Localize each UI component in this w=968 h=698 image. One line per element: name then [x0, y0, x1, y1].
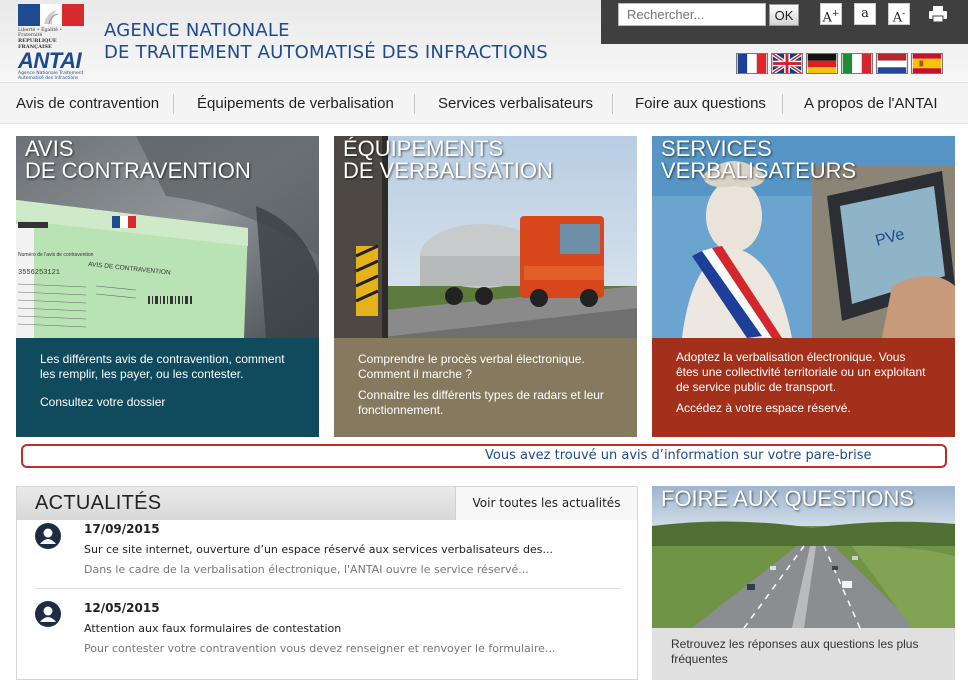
- news-divider: [35, 588, 621, 589]
- antai-brand-subtitle: Agence Nationale Traitement Automatisé d…: [18, 71, 84, 81]
- card-equipements-title-line2: DE VERBALISATION: [343, 158, 553, 183]
- faq-panel[interactable]: FOIRE AUX QUESTIONS Retrouvez les répons…: [652, 486, 955, 680]
- nav-separator: [782, 94, 783, 114]
- card-avis-description: Les différents avis de contravention, co…: [40, 352, 285, 381]
- news-date: 12/05/2015: [84, 601, 160, 615]
- card-services-title-line2: VERBALISATEURS: [661, 158, 857, 183]
- user-icon: [35, 601, 61, 627]
- agency-name-line2: DE TRAITEMENT AUTOMATISÉ DES INFRACTIONS: [104, 42, 548, 63]
- windshield-notice-banner[interactable]: Vous avez trouvé un avis d’information s…: [21, 444, 947, 468]
- card-avis-title: AVIS DE CONTRAVENTION: [25, 138, 251, 182]
- news-header: ACTUALITÉS Voir toutes les actualités: [17, 487, 637, 520]
- font-reset-button[interactable]: a: [854, 3, 876, 25]
- print-button[interactable]: [926, 3, 950, 25]
- card-services-description: Adoptez la verbalisation électronique. V…: [676, 350, 926, 394]
- antai-brand: ANTAI: [18, 48, 82, 73]
- card-equipements[interactable]: ÉQUIPEMENTS DE VERBALISATION Comprendre …: [334, 136, 637, 437]
- nav-item-about[interactable]: A propos de l'ANTAI: [804, 83, 937, 125]
- flag-es-icon[interactable]: [911, 53, 943, 74]
- card-equipements-description: Comprendre le procès verbal électronique…: [358, 352, 585, 381]
- antai-logo[interactable]: Liberté • Égalité • Fraternité RÉPUBLIQU…: [18, 4, 88, 81]
- search-input[interactable]: [618, 3, 766, 26]
- card-equipements-text: Comprendre le procès verbal électronique…: [334, 338, 637, 437]
- user-icon: [35, 523, 61, 549]
- font-decrease-button[interactable]: A-: [888, 3, 910, 25]
- news-date: 17/09/2015: [84, 522, 160, 536]
- card-services-title: SERVICES VERBALISATEURS: [661, 138, 856, 182]
- news-panel: ACTUALITÉS Voir toutes les actualités 17…: [16, 486, 638, 680]
- site-header: Liberté • Égalité • Fraternité RÉPUBLIQU…: [0, 0, 968, 82]
- news-headline[interactable]: Attention aux faux formulaires de contes…: [84, 622, 341, 635]
- card-avis-title-line1: AVIS: [25, 136, 74, 161]
- card-services-title-line1: SERVICES: [661, 136, 772, 161]
- main-nav: Avis de contravention Équipements de ver…: [0, 82, 968, 124]
- flag-nl-icon[interactable]: [876, 53, 908, 74]
- card-services-text: Adoptez la verbalisation électronique. V…: [652, 338, 955, 437]
- card-equipements-title-line1: ÉQUIPEMENTS: [343, 136, 504, 161]
- agency-name: AGENCE NATIONALE DE TRAITEMENT AUTOMATIS…: [104, 20, 548, 64]
- nav-item-equipements[interactable]: Équipements de verbalisation: [197, 83, 394, 125]
- agency-name-line1: AGENCE NATIONALE: [104, 20, 290, 41]
- nav-item-services[interactable]: Services verbalisateurs: [438, 83, 593, 125]
- language-flags: [736, 53, 943, 74]
- nav-item-avis[interactable]: Avis de contravention: [16, 83, 159, 125]
- nav-separator: [414, 94, 415, 114]
- nav-separator: [612, 94, 613, 114]
- windshield-notice-text: Vous avez trouvé un avis d’information s…: [485, 448, 872, 463]
- nav-separator: [173, 94, 174, 114]
- card-avis-link[interactable]: Consultez votre dossier: [40, 395, 295, 410]
- card-avis-title-line2: DE CONTRAVENTION: [25, 158, 251, 183]
- faq-description: Retrouvez les réponses aux questions les…: [671, 637, 919, 666]
- news-title: ACTUALITÉS: [35, 492, 162, 514]
- font-increase-button[interactable]: A+: [820, 3, 842, 25]
- card-services[interactable]: PVe SERVICES VERBALISATEURS Adoptez la v…: [652, 136, 955, 437]
- news-item[interactable]: 17/09/2015 Sur ce site internet, ouvertu…: [17, 520, 637, 590]
- flag-it-icon[interactable]: [841, 53, 873, 74]
- news-headline[interactable]: Sur ce site internet, ouverture d’un esp…: [84, 543, 553, 556]
- flag-en-icon[interactable]: [771, 53, 803, 74]
- flag-de-icon[interactable]: [806, 53, 838, 74]
- search-ok-button[interactable]: OK: [769, 4, 799, 26]
- republic-motto: Liberté • Égalité • Fraternité: [18, 28, 63, 38]
- flag-fr-icon[interactable]: [736, 53, 768, 74]
- news-summary: Pour contester votre contravention vous …: [84, 642, 556, 655]
- card-services-link[interactable]: Accédez à votre espace réservé.: [676, 401, 931, 416]
- card-avis-contravention[interactable]: Numéro de l'avis de contravention 355625…: [16, 136, 319, 437]
- card-avis-text: Les différents avis de contravention, co…: [16, 338, 319, 437]
- news-summary: Dans le cadre de la verbalisation électr…: [84, 563, 529, 576]
- nav-item-faq[interactable]: Foire aux questions: [635, 83, 766, 125]
- faq-title: FOIRE AUX QUESTIONS: [661, 486, 915, 511]
- card-equipements-title: ÉQUIPEMENTS DE VERBALISATION: [343, 138, 553, 182]
- news-item[interactable]: 12/05/2015 Attention aux faux formulaire…: [17, 599, 637, 669]
- avis-doc-label: Numéro de l'avis de contravention: [18, 252, 94, 258]
- tools-bar: OK A+ a A-: [601, 0, 968, 44]
- avis-doc-number: 3556253121: [18, 269, 60, 277]
- marianne-logo-icon: [18, 4, 84, 26]
- card-equipements-description-2: Connaitre les différents types de radars…: [358, 388, 604, 417]
- print-icon: [929, 6, 947, 23]
- all-news-link[interactable]: Voir toutes les actualités: [455, 487, 637, 520]
